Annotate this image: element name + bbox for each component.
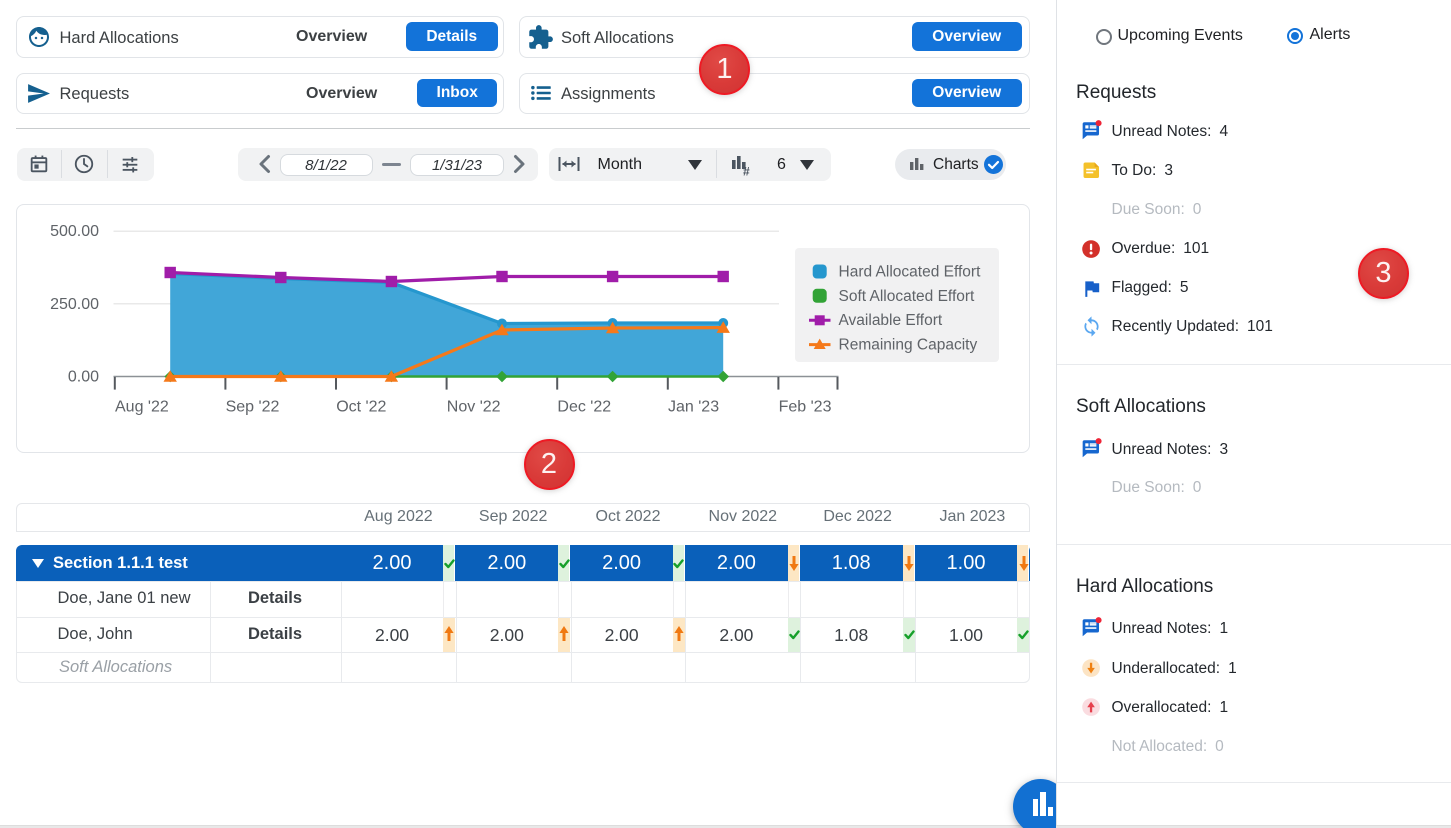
svg-text:Soft Allocated Effort: Soft Allocated Effort [839, 288, 976, 305]
svg-text:500.00: 500.00 [50, 223, 99, 240]
svg-text:Available Effort: Available Effort [839, 312, 943, 329]
svg-text:Sep '22: Sep '22 [226, 399, 280, 416]
svg-text:#: # [743, 165, 750, 177]
svg-text:Feb '23: Feb '23 [779, 399, 832, 416]
svg-text:Nov '22: Nov '22 [447, 399, 501, 416]
svg-text:Remaining Capacity: Remaining Capacity [839, 336, 978, 353]
svg-text:Jan '23: Jan '23 [668, 399, 719, 416]
svg-text:Aug '22: Aug '22 [115, 399, 169, 416]
svg-text:250.00: 250.00 [50, 296, 99, 313]
svg-text:Dec '22: Dec '22 [557, 399, 611, 416]
svg-text:0.00: 0.00 [68, 369, 99, 386]
svg-text:Hard Allocated Effort: Hard Allocated Effort [839, 264, 982, 281]
svg-text:Oct '22: Oct '22 [336, 399, 386, 416]
